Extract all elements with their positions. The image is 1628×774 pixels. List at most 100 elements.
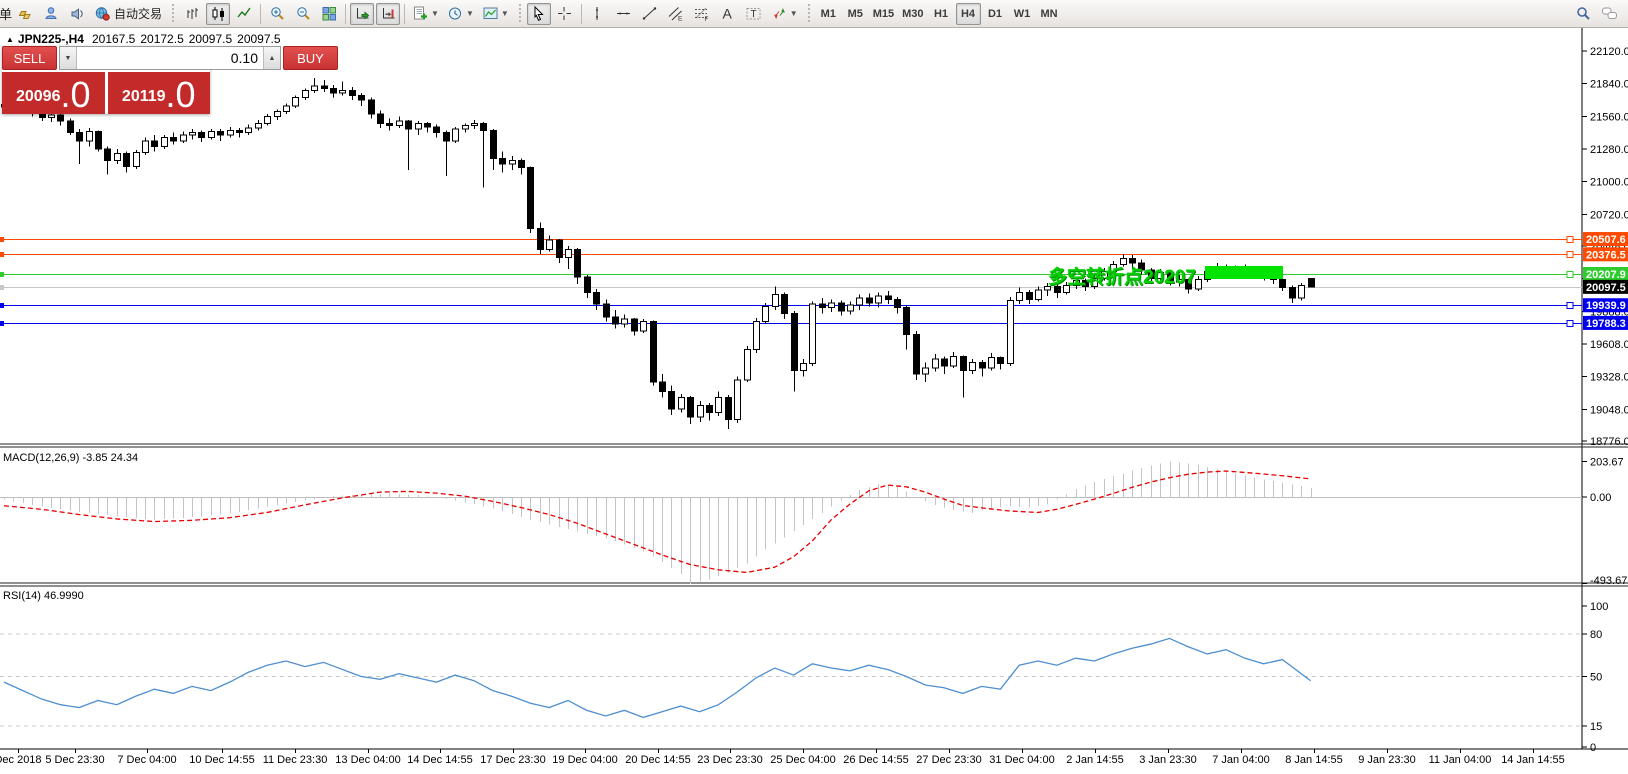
time-axis-label[interactable]: 25 Dec 04:00: [770, 754, 835, 766]
line-chart-button[interactable]: [232, 3, 256, 25]
zoom-in-button[interactable]: [265, 3, 289, 25]
cursor-button[interactable]: [526, 2, 551, 25]
market-watch-button[interactable]: [13, 3, 37, 25]
candlestick-button[interactable]: [206, 2, 231, 25]
candle-body: [781, 294, 788, 314]
periods-button[interactable]: ▼: [444, 3, 477, 25]
timeframe-w1-button[interactable]: W1: [1010, 3, 1035, 25]
time-axis-label[interactable]: 2 Jan 14:55: [1066, 754, 1124, 766]
time-axis-label[interactable]: 13 Dec 04:00: [335, 754, 400, 766]
news-button[interactable]: [65, 3, 89, 25]
timeframe-m5-button[interactable]: M5: [843, 3, 868, 25]
timeframe-mn-button[interactable]: MN: [1037, 3, 1062, 25]
time-axis-label[interactable]: 7 Jan 04:00: [1212, 754, 1270, 766]
time-axis-label[interactable]: 31 Dec 04:00: [989, 754, 1054, 766]
line-handle[interactable]: [1566, 302, 1574, 309]
profile-icon: [44, 7, 57, 19]
time-axis-label[interactable]: 10 Dec 14:55: [189, 754, 254, 766]
buy-price-panel[interactable]: 20119.0: [107, 72, 210, 114]
highlight-box[interactable]: [1205, 266, 1283, 279]
line-handle[interactable]: [1566, 236, 1574, 243]
candle-body: [424, 122, 431, 128]
time-axis-label[interactable]: 23 Dec 23:30: [697, 754, 762, 766]
candle-body: [349, 90, 356, 96]
volume-input[interactable]: [77, 47, 263, 69]
equidistant-channel-button[interactable]: E: [664, 3, 688, 25]
candle-body: [1129, 258, 1136, 264]
autotrade-button[interactable]: 自动交易: [91, 3, 165, 25]
timeframe-h4-button[interactable]: H4: [955, 2, 981, 25]
rsi-axis-tick: 0: [1590, 742, 1596, 754]
candle-body: [697, 405, 704, 418]
chart-shift-button[interactable]: [376, 2, 401, 25]
candle-body: [509, 160, 516, 165]
time-axis-label[interactable]: 17 Dec 23:30: [480, 754, 545, 766]
toolbar-partial-label: 单: [0, 7, 12, 22]
time-axis-label[interactable]: 26 Dec 14:55: [843, 754, 908, 766]
chart-annotation-text[interactable]: 多空转折点20207: [1048, 265, 1196, 288]
candle-body: [546, 239, 553, 250]
tile-windows-button[interactable]: [317, 3, 341, 25]
time-axis-label[interactable]: 19 Dec 04:00: [552, 754, 617, 766]
line-handle[interactable]: [1566, 271, 1574, 278]
candle-body: [471, 122, 478, 127]
bar-chart-button[interactable]: [180, 3, 204, 25]
templates-button[interactable]: ▼: [479, 3, 512, 25]
candle-body: [875, 295, 882, 304]
search-button[interactable]: [1571, 3, 1595, 25]
toolbar-grip: [171, 3, 177, 24]
time-axis-label[interactable]: 27 Dec 23:30: [916, 754, 981, 766]
indicators-button[interactable]: ▼: [409, 3, 442, 25]
arrows-button[interactable]: ▼: [768, 3, 801, 25]
time-axis-label[interactable]: 3 Jan 23:30: [1139, 754, 1197, 766]
svg-text:T: T: [751, 9, 757, 20]
timeframe-d1-button[interactable]: D1: [983, 3, 1008, 25]
time-axis-label[interactable]: Dec 2018: [0, 754, 42, 766]
chart-canvas[interactable]: 22120.0 21840.0 21560.0 21280.0 21000.0 20720…: [0, 0, 1628, 774]
trendline-button[interactable]: [638, 3, 662, 25]
candle-body: [499, 157, 506, 165]
collapse-arrow-icon[interactable]: ▲: [6, 35, 14, 44]
time-axis-label[interactable]: 9 Jan 23:30: [1358, 754, 1416, 766]
sell-price-panel[interactable]: 20096.0: [2, 72, 105, 114]
volume-decrease-button[interactable]: ▼: [60, 47, 77, 69]
candle-body: [1298, 284, 1305, 299]
text-label-button[interactable]: T: [742, 3, 766, 25]
fibonacci-button[interactable]: F: [690, 3, 714, 25]
time-axis-label[interactable]: 5 Dec 23:30: [45, 754, 104, 766]
macd-axis-tick: 0.00: [1590, 492, 1611, 504]
time-axis-label[interactable]: 20 Dec 14:55: [625, 754, 690, 766]
candle-body: [687, 396, 694, 418]
candle-body: [772, 294, 779, 307]
line-handle[interactable]: [1566, 251, 1574, 258]
time-axis-label[interactable]: 8 Jan 14:55: [1285, 754, 1343, 766]
candle-body: [1289, 287, 1296, 299]
timeframe-m15-button[interactable]: M15: [870, 3, 897, 25]
toolbar-separator: [345, 3, 347, 24]
profiles-button[interactable]: [39, 3, 63, 25]
text-button[interactable]: A: [716, 3, 740, 25]
crosshair-button[interactable]: [553, 3, 577, 25]
time-axis-label[interactable]: 11 Jan 04:00: [1429, 754, 1492, 766]
sell-button[interactable]: SELL: [2, 46, 57, 70]
time-axis-label[interactable]: 14 Jan 14:55: [1501, 754, 1565, 766]
line-handle[interactable]: [1566, 320, 1574, 327]
buy-button[interactable]: BUY: [283, 46, 338, 70]
zoom-out-button[interactable]: [291, 3, 315, 25]
auto-scroll-button[interactable]: [350, 2, 375, 25]
timeframe-m30-button[interactable]: M30: [899, 3, 926, 25]
chat-button[interactable]: [1597, 3, 1621, 25]
time-axis-label[interactable]: 14 Dec 14:55: [407, 754, 472, 766]
time-axis-label[interactable]: 11 Dec 23:30: [263, 754, 328, 766]
channel-icon: E: [668, 7, 683, 22]
timeframe-h1-button[interactable]: H1: [929, 3, 954, 25]
volume-increase-button[interactable]: ▲: [263, 47, 280, 69]
candle-body: [123, 153, 130, 167]
low-value: 20097.5: [188, 32, 233, 46]
candle-body: [1308, 278, 1315, 288]
vertical-line-button[interactable]: [586, 3, 610, 25]
candle-body: [227, 129, 234, 136]
horizontal-line-button[interactable]: [612, 3, 636, 25]
timeframe-m1-button[interactable]: M1: [816, 3, 841, 25]
time-axis-label[interactable]: 7 Dec 04:00: [117, 754, 176, 766]
